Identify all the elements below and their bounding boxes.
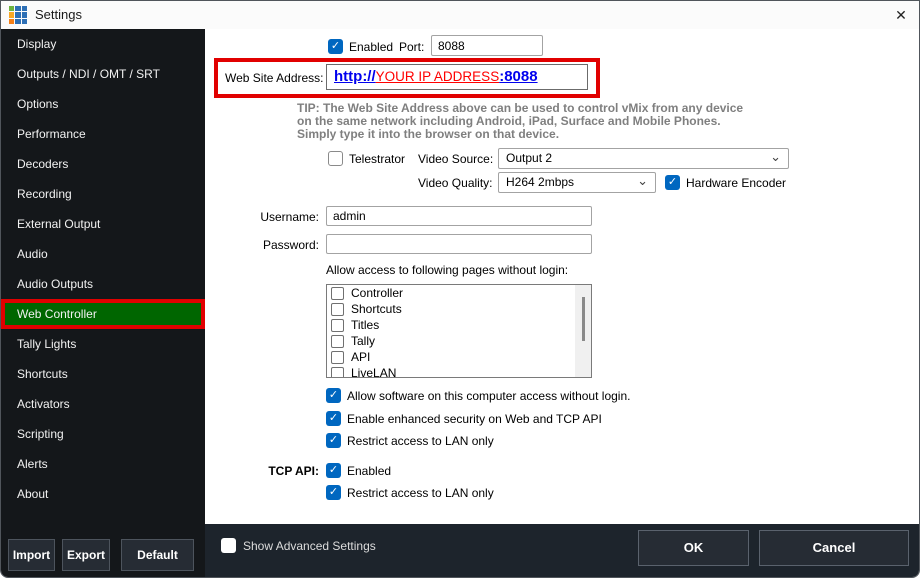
- telestrator-label: Telestrator: [349, 152, 406, 166]
- video-source-value: Output 2: [506, 151, 553, 165]
- video-quality-select[interactable]: H264 2mbps ⌄: [498, 172, 656, 193]
- import-button[interactable]: Import: [8, 539, 55, 571]
- list-item: LiveLAN: [331, 366, 591, 377]
- tcp-enabled-label: Enabled: [347, 464, 392, 478]
- sidebar-item-outputs[interactable]: Outputs / NDI / OMT / SRT: [1, 59, 205, 89]
- sidebar-item-display[interactable]: Display: [1, 29, 205, 59]
- sidebar-item-activators[interactable]: Activators: [1, 389, 205, 419]
- listbox-scrollbar[interactable]: [575, 285, 591, 377]
- url-scheme: http://: [334, 68, 376, 85]
- default-button[interactable]: Default: [121, 539, 194, 571]
- api-checkbox[interactable]: [331, 351, 344, 364]
- scrollbar-thumb[interactable]: [582, 297, 585, 341]
- sidebar-item-alerts[interactable]: Alerts: [1, 449, 205, 479]
- vmix-app-icon: [9, 6, 27, 24]
- chevron-down-icon: ⌄: [637, 173, 648, 188]
- cancel-button[interactable]: Cancel: [759, 530, 909, 566]
- shortcuts-checkbox[interactable]: [331, 303, 344, 316]
- sidebar-item-about[interactable]: About: [1, 479, 205, 509]
- export-button[interactable]: Export: [62, 539, 110, 571]
- tally-checkbox[interactable]: [331, 335, 344, 348]
- show-advanced-checkbox[interactable]: [221, 538, 236, 553]
- tcp-restrict-checkbox[interactable]: ✓: [326, 485, 341, 500]
- sidebar-item-external-output[interactable]: External Output: [1, 209, 205, 239]
- port-label: Port:: [399, 40, 425, 54]
- tcp-enabled-checkbox[interactable]: ✓: [326, 463, 341, 478]
- video-quality-label: Video Quality:: [418, 176, 493, 190]
- web-controller-panel: ✓ Enabled Port: Web Site Address: http:/…: [205, 29, 919, 524]
- chevron-down-icon: ⌄: [770, 149, 781, 164]
- port-input[interactable]: [431, 35, 543, 56]
- allow-software-label: Allow software on this computer access w…: [347, 389, 631, 403]
- settings-sidebar: Display Outputs / NDI / OMT / SRT Option…: [1, 29, 205, 577]
- hardware-encoder-checkbox[interactable]: ✓: [665, 175, 680, 190]
- enhanced-security-label: Enable enhanced security on Web and TCP …: [347, 412, 602, 426]
- controller-checkbox[interactable]: [331, 287, 344, 300]
- video-source-label: Video Source:: [418, 152, 494, 166]
- website-address-field[interactable]: http://YOUR IP ADDRESS:8088: [326, 64, 588, 90]
- close-icon[interactable]: ✕: [889, 4, 913, 26]
- hardware-encoder-label: Hardware Encoder: [686, 176, 787, 190]
- tcp-restrict-label: Restrict access to LAN only: [347, 486, 494, 500]
- titles-checkbox[interactable]: [331, 319, 344, 332]
- tcp-api-label: TCP API:: [268, 464, 319, 478]
- restrict-lan-label: Restrict access to LAN only: [347, 434, 494, 448]
- url-port: :8088: [499, 68, 538, 85]
- username-input[interactable]: [326, 206, 592, 226]
- password-input[interactable]: [326, 234, 592, 254]
- video-source-select[interactable]: Output 2 ⌄: [498, 148, 789, 169]
- url-host: YOUR IP ADDRESS: [375, 69, 500, 84]
- title-bar: Settings ✕: [1, 1, 919, 29]
- sidebar-item-recording[interactable]: Recording: [1, 179, 205, 209]
- allow-software-checkbox[interactable]: ✓: [326, 388, 341, 403]
- allow-pages-listbox[interactable]: Controller Shortcuts Titles Tally API Li…: [326, 284, 592, 378]
- sidebar-item-shortcuts[interactable]: Shortcuts: [1, 359, 205, 389]
- list-item: Controller: [331, 286, 591, 301]
- list-item: Tally: [331, 334, 591, 349]
- tip-line-3: Simply type it into the browser on that …: [297, 127, 560, 141]
- list-item: API: [331, 350, 591, 365]
- web-enabled-checkbox[interactable]: ✓: [328, 39, 343, 54]
- show-advanced-label: Show Advanced Settings: [243, 539, 376, 553]
- settings-window: Settings ✕ Display Outputs / NDI / OMT /…: [0, 0, 920, 578]
- enhanced-security-checkbox[interactable]: ✓: [326, 411, 341, 426]
- sidebar-item-audio[interactable]: Audio: [1, 239, 205, 269]
- video-quality-value: H264 2mbps: [506, 175, 575, 189]
- sidebar-item-options[interactable]: Options: [1, 89, 205, 119]
- sidebar-item-scripting[interactable]: Scripting: [1, 419, 205, 449]
- password-label: Password:: [262, 238, 319, 252]
- sidebar-item-audio-outputs[interactable]: Audio Outputs: [1, 269, 205, 299]
- username-label: Username:: [260, 210, 319, 224]
- list-item: Shortcuts: [331, 302, 591, 317]
- livelan-checkbox[interactable]: [331, 367, 344, 377]
- sidebar-item-tally-lights[interactable]: Tally Lights: [1, 329, 205, 359]
- window-title: Settings: [35, 7, 82, 22]
- sidebar-item-web-controller[interactable]: Web Controller: [1, 299, 205, 329]
- restrict-lan-checkbox[interactable]: ✓: [326, 433, 341, 448]
- sidebar-item-decoders[interactable]: Decoders: [1, 149, 205, 179]
- web-enabled-label: Enabled: [349, 40, 394, 54]
- allow-pages-label: Allow access to following pages without …: [326, 263, 569, 277]
- telestrator-checkbox[interactable]: [328, 151, 343, 166]
- list-item: Titles: [331, 318, 591, 333]
- website-address-label: Web Site Address:: [225, 71, 324, 85]
- sidebar-item-performance[interactable]: Performance: [1, 119, 205, 149]
- dialog-footer: Show Advanced Settings OK Cancel: [205, 524, 919, 577]
- ok-button[interactable]: OK: [638, 530, 749, 566]
